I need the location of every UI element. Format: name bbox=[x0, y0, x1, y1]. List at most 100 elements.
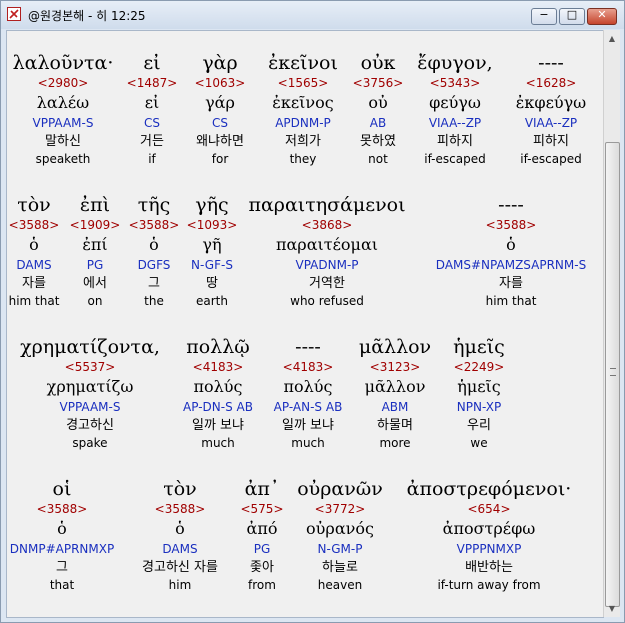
english-gloss: on bbox=[87, 294, 103, 308]
lemma: ἐκφεύγω bbox=[515, 93, 587, 112]
title-bar[interactable]: @원경본해 - 히 12:25 − □ ✕ bbox=[1, 1, 624, 29]
korean-gloss: 거역한 bbox=[309, 276, 345, 291]
window-title: @원경본해 - 히 12:25 bbox=[28, 9, 146, 23]
lemma: οὐρανός bbox=[306, 519, 374, 538]
strong-number: <3588> bbox=[485, 218, 537, 232]
parsing-code: VIAA--ZP bbox=[428, 116, 482, 130]
english-gloss: who refused bbox=[290, 294, 364, 308]
parsing-code: CS bbox=[212, 116, 228, 130]
strong-number: <5537> bbox=[64, 360, 116, 374]
strong-number: <5343> bbox=[429, 76, 481, 90]
strong-number: <1093> bbox=[186, 218, 238, 232]
korean-gloss: 피하지 bbox=[437, 134, 473, 149]
grip-icon bbox=[610, 368, 616, 376]
korean-gloss: 일까 보냐 bbox=[192, 418, 244, 433]
lemma: εἰ bbox=[144, 93, 160, 112]
parsing-code: VPPPNMXP bbox=[456, 542, 522, 556]
lemma: ὁ bbox=[506, 235, 516, 254]
english-gloss: him that bbox=[8, 294, 60, 308]
lemma: ὁ bbox=[149, 235, 159, 254]
parsing-code: DAMS bbox=[162, 542, 198, 556]
app-logo-icon bbox=[7, 7, 21, 21]
greek-word: γῆς bbox=[195, 194, 229, 216]
english-gloss: much bbox=[291, 436, 325, 450]
greek-word: πολλῷ bbox=[186, 336, 250, 358]
app-window: @원경본해 - 히 12:25 − □ ✕ λαλοῦντα· <2980> λ… bbox=[0, 0, 625, 623]
strong-number: <1909> bbox=[69, 218, 121, 232]
strong-number: <3756> bbox=[352, 76, 404, 90]
parsing-code: PG bbox=[253, 542, 271, 556]
english-gloss: not bbox=[368, 152, 388, 166]
korean-gloss: 왜냐하면 bbox=[196, 134, 244, 149]
parsing-code: ABM bbox=[381, 400, 409, 414]
greek-word: ἀποστρεφόμενοι· bbox=[406, 478, 572, 500]
lemma: ἐκεῖνος bbox=[272, 93, 334, 112]
strong-number: <1628> bbox=[525, 76, 577, 90]
korean-gloss: 거든 bbox=[140, 134, 164, 149]
korean-gloss: 자를 bbox=[22, 276, 46, 291]
greek-word: ἐπὶ bbox=[79, 194, 111, 216]
vertical-scrollbar[interactable]: ▲ ▼ bbox=[603, 30, 620, 617]
strong-number: <4183> bbox=[282, 360, 334, 374]
english-gloss: the bbox=[144, 294, 164, 308]
english-gloss: him bbox=[168, 578, 192, 592]
minimize-button[interactable]: − bbox=[531, 8, 557, 25]
korean-gloss: 경고하신 자를 bbox=[142, 560, 218, 575]
korean-gloss: 하물며 bbox=[377, 418, 413, 433]
strong-number: <1487> bbox=[126, 76, 178, 90]
parsing-code: VPPAAM-S bbox=[59, 400, 121, 414]
lemma: οὐ bbox=[368, 93, 388, 112]
lemma: μᾶλλον bbox=[364, 377, 426, 396]
strong-number: <3123> bbox=[369, 360, 421, 374]
english-gloss: if-escaped bbox=[424, 152, 486, 166]
chevron-down-icon[interactable]: ▼ bbox=[604, 600, 620, 617]
parsing-code: VIAA--ZP bbox=[524, 116, 578, 130]
lemma: λαλέω bbox=[36, 93, 90, 112]
greek-word: ἀπ᾽ bbox=[244, 478, 280, 500]
greek-word: τὸν bbox=[163, 478, 197, 500]
parsing-code: PG bbox=[86, 258, 104, 272]
greek-word: ---- bbox=[498, 194, 524, 216]
strong-number: <1565> bbox=[277, 76, 329, 90]
parsing-code: AP-AN-S AB bbox=[273, 400, 343, 414]
greek-word: οὐκ bbox=[360, 52, 396, 74]
interlinear-view[interactable]: λαλοῦντα· <2980> λαλέω VPPAAM-S 말하신 spea… bbox=[6, 30, 604, 618]
strong-number: <4183> bbox=[192, 360, 244, 374]
close-button[interactable]: ✕ bbox=[587, 8, 617, 25]
strong-number: <3588> bbox=[128, 218, 180, 232]
close-icon: ✕ bbox=[597, 8, 607, 21]
korean-gloss: 저희가 bbox=[285, 134, 321, 149]
greek-word: τὸν bbox=[17, 194, 51, 216]
maximize-button[interactable]: □ bbox=[559, 8, 585, 25]
korean-gloss: 못하였 bbox=[360, 134, 396, 149]
chevron-up-icon[interactable]: ▲ bbox=[604, 30, 620, 47]
english-gloss: they bbox=[289, 152, 317, 166]
minimize-icon: − bbox=[539, 8, 549, 21]
lemma: ἡμεῖς bbox=[457, 377, 501, 396]
english-gloss: if bbox=[148, 152, 156, 166]
lemma: πολύς bbox=[283, 377, 333, 396]
parsing-code: N-GF-S bbox=[191, 258, 233, 272]
korean-gloss: 그 bbox=[148, 276, 160, 291]
maximize-icon: □ bbox=[566, 8, 578, 21]
lemma: γάρ bbox=[205, 93, 235, 112]
english-gloss: speaketh bbox=[35, 152, 91, 166]
english-gloss: more bbox=[379, 436, 411, 450]
scrollbar-thumb[interactable] bbox=[605, 142, 620, 607]
parsing-code: NPN-XP bbox=[456, 400, 502, 414]
strong-number: <1063> bbox=[194, 76, 246, 90]
greek-word: ---- bbox=[295, 336, 321, 358]
greek-word: ---- bbox=[538, 52, 564, 74]
greek-word: οἱ bbox=[52, 478, 72, 500]
greek-word: εἰ bbox=[143, 52, 161, 74]
korean-gloss: 경고하신 bbox=[66, 418, 114, 433]
greek-word: μᾶλλον bbox=[358, 336, 432, 358]
english-gloss: that bbox=[49, 578, 75, 592]
english-gloss: much bbox=[201, 436, 235, 450]
lemma: ὁ bbox=[29, 235, 39, 254]
english-gloss: for bbox=[211, 152, 229, 166]
english-gloss: if-escaped bbox=[520, 152, 582, 166]
korean-gloss: 자를 bbox=[499, 276, 523, 291]
lemma: γῆ bbox=[202, 235, 222, 254]
lemma: χρηματίζω bbox=[46, 377, 134, 396]
